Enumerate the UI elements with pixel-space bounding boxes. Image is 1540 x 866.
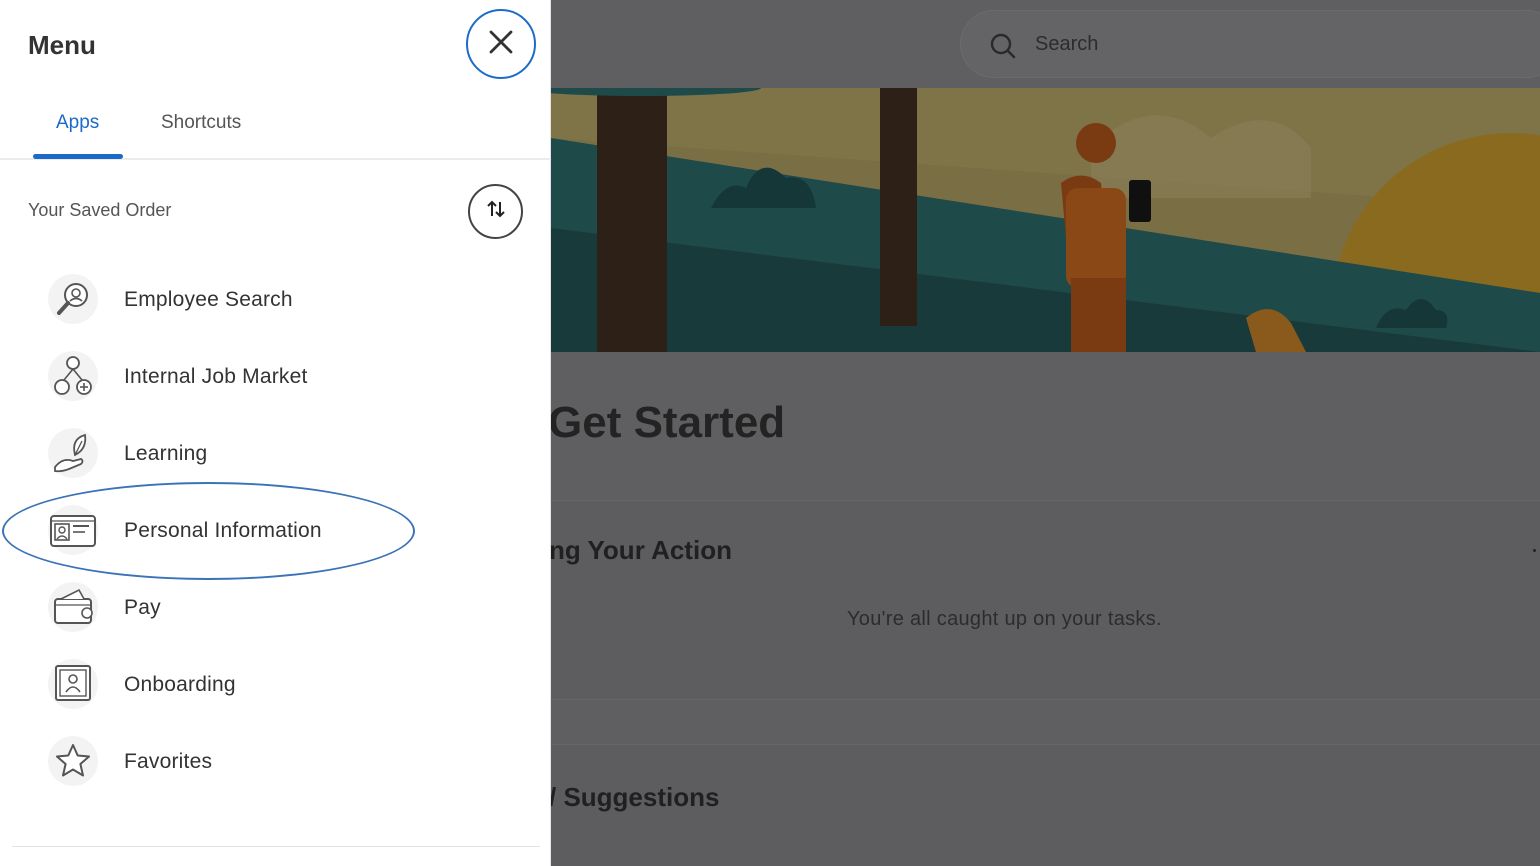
app-label: Employee Search xyxy=(124,288,293,311)
badge-icon xyxy=(48,659,98,709)
search-bar[interactable]: Search xyxy=(960,10,1540,78)
app-learning[interactable]: Learning xyxy=(0,414,551,488)
id-card-icon xyxy=(48,505,98,555)
app-internal-job-market[interactable]: Internal Job Market xyxy=(0,337,551,411)
card-message: You're all caught up on your tasks. xyxy=(847,608,1162,630)
star-icon xyxy=(48,736,98,786)
card-menu-dot xyxy=(1533,549,1536,552)
close-icon xyxy=(488,29,514,60)
app-label: Favorites xyxy=(124,750,213,773)
suggestions-card: / Suggestions xyxy=(551,744,1540,866)
card-heading: / Suggestions xyxy=(551,782,720,812)
app-favorites[interactable]: Favorites xyxy=(0,722,551,796)
wallet-icon xyxy=(48,582,98,632)
menu-title: Menu xyxy=(28,30,96,60)
search-icon xyxy=(989,32,1017,65)
saved-order-label: Your Saved Order xyxy=(28,200,172,220)
app-label: Onboarding xyxy=(124,673,236,696)
reorder-button[interactable] xyxy=(468,184,523,239)
card-heading: ng Your Action xyxy=(551,535,732,565)
menu-panel: Menu Apps Shortcuts Your Saved Order Emp… xyxy=(0,0,551,866)
app-label: Pay xyxy=(124,596,161,619)
hand-feather-icon xyxy=(48,428,98,478)
search-placeholder: Search xyxy=(1035,33,1099,55)
tab-shortcuts[interactable]: Shortcuts xyxy=(161,112,241,134)
awaiting-action-card: ng Your Action You're all caught up on y… xyxy=(551,500,1540,700)
app-personal-information[interactable]: Personal Information xyxy=(0,491,551,565)
background-page: Search Get Started ng Your Action You're… xyxy=(551,0,1540,866)
menu-tabs: Apps Shortcuts xyxy=(0,96,551,160)
people-network-icon xyxy=(48,351,98,401)
app-onboarding[interactable]: Onboarding xyxy=(0,645,551,719)
sort-arrows-icon xyxy=(485,198,507,225)
tab-apps[interactable]: Apps xyxy=(56,112,99,134)
divider xyxy=(12,846,540,847)
app-pay[interactable]: Pay xyxy=(0,568,551,642)
hero-illustration xyxy=(551,88,1540,352)
active-tab-indicator xyxy=(33,154,123,159)
close-button[interactable] xyxy=(466,9,536,79)
app-label: Internal Job Market xyxy=(124,365,308,388)
app-employee-search[interactable]: Employee Search xyxy=(0,260,551,334)
top-bar: Search xyxy=(551,0,1540,88)
app-label: Learning xyxy=(124,442,208,465)
magnifier-person-icon xyxy=(48,274,98,324)
page-title: Get Started xyxy=(551,398,786,447)
app-label: Personal Information xyxy=(124,519,322,542)
